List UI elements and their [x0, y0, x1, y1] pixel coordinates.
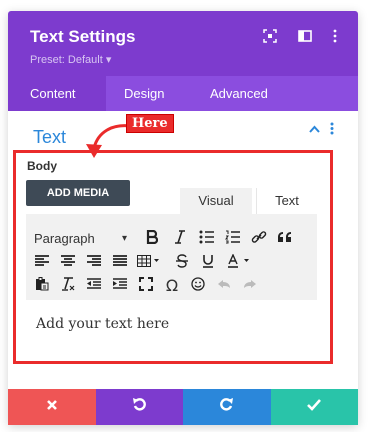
redo-editor-icon[interactable] — [242, 277, 258, 295]
underline-icon[interactable] — [200, 254, 216, 272]
clear-formatting-icon[interactable] — [60, 277, 76, 295]
special-character-icon[interactable]: Ω — [163, 277, 181, 295]
panel-header: Text Settings Preset: Default ▾ — [8, 11, 358, 76]
link-icon[interactable] — [250, 230, 268, 248]
tab-visual[interactable]: Visual — [180, 188, 252, 214]
text-editor-area[interactable]: Add your text here — [26, 300, 317, 356]
redo-button[interactable] — [183, 389, 271, 425]
text-color-icon[interactable] — [226, 253, 254, 272]
undo-button[interactable] — [95, 389, 183, 425]
close-button[interactable] — [8, 389, 96, 425]
emoji-icon[interactable] — [190, 277, 206, 295]
paste-text-icon[interactable] — [34, 277, 50, 295]
editor-placeholder: Add your text here — [36, 316, 170, 332]
tab-design[interactable]: Design — [124, 76, 164, 111]
bullet-list-icon[interactable] — [198, 230, 216, 248]
tab-text[interactable]: Text — [256, 188, 317, 214]
align-center-icon[interactable] — [60, 254, 76, 272]
tab-advanced[interactable]: Advanced — [210, 76, 268, 111]
bold-icon[interactable] — [144, 229, 160, 248]
panel-title: Text Settings — [30, 27, 136, 46]
collapse-icon[interactable] — [309, 124, 320, 136]
format-select[interactable]: Paragraph — [34, 230, 95, 248]
columns-icon[interactable] — [297, 29, 313, 45]
undo-editor-icon[interactable] — [216, 277, 232, 295]
format-select-caret[interactable]: ▾ — [122, 230, 127, 248]
redo-icon — [219, 398, 233, 411]
justify-icon[interactable] — [112, 254, 128, 272]
section-header: Text — [8, 121, 358, 153]
quote-icon[interactable] — [276, 230, 294, 248]
table-icon[interactable] — [136, 254, 162, 272]
close-icon — [46, 400, 57, 410]
preset-selector[interactable]: Preset: Default ▾ — [30, 53, 111, 66]
numbered-list-icon[interactable] — [224, 230, 242, 248]
section-more-icon[interactable] — [330, 122, 334, 138]
annotation-label: Here — [126, 114, 174, 133]
check-icon — [307, 399, 322, 411]
fullscreen-editor-icon[interactable] — [138, 277, 154, 295]
settings-tabs: Content Design Advanced — [8, 76, 358, 111]
add-media-button[interactable]: ADD MEDIA — [26, 180, 130, 206]
italic-icon[interactable] — [172, 230, 188, 248]
fullscreen-icon[interactable] — [262, 29, 278, 45]
more-icon[interactable] — [327, 29, 343, 45]
section-title[interactable]: Text — [33, 127, 66, 148]
editor-toolbar: Paragraph ▾ Ω — [26, 214, 317, 300]
body-label: Body — [27, 159, 57, 173]
footer-actions — [8, 389, 358, 425]
tab-content[interactable]: Content — [8, 76, 106, 111]
outdent-icon[interactable] — [86, 277, 102, 295]
align-left-icon[interactable] — [34, 254, 50, 272]
save-button[interactable] — [270, 389, 358, 425]
strikethrough-icon[interactable] — [174, 254, 190, 272]
indent-icon[interactable] — [112, 277, 128, 295]
undo-icon — [133, 398, 147, 411]
align-right-icon[interactable] — [86, 254, 102, 272]
